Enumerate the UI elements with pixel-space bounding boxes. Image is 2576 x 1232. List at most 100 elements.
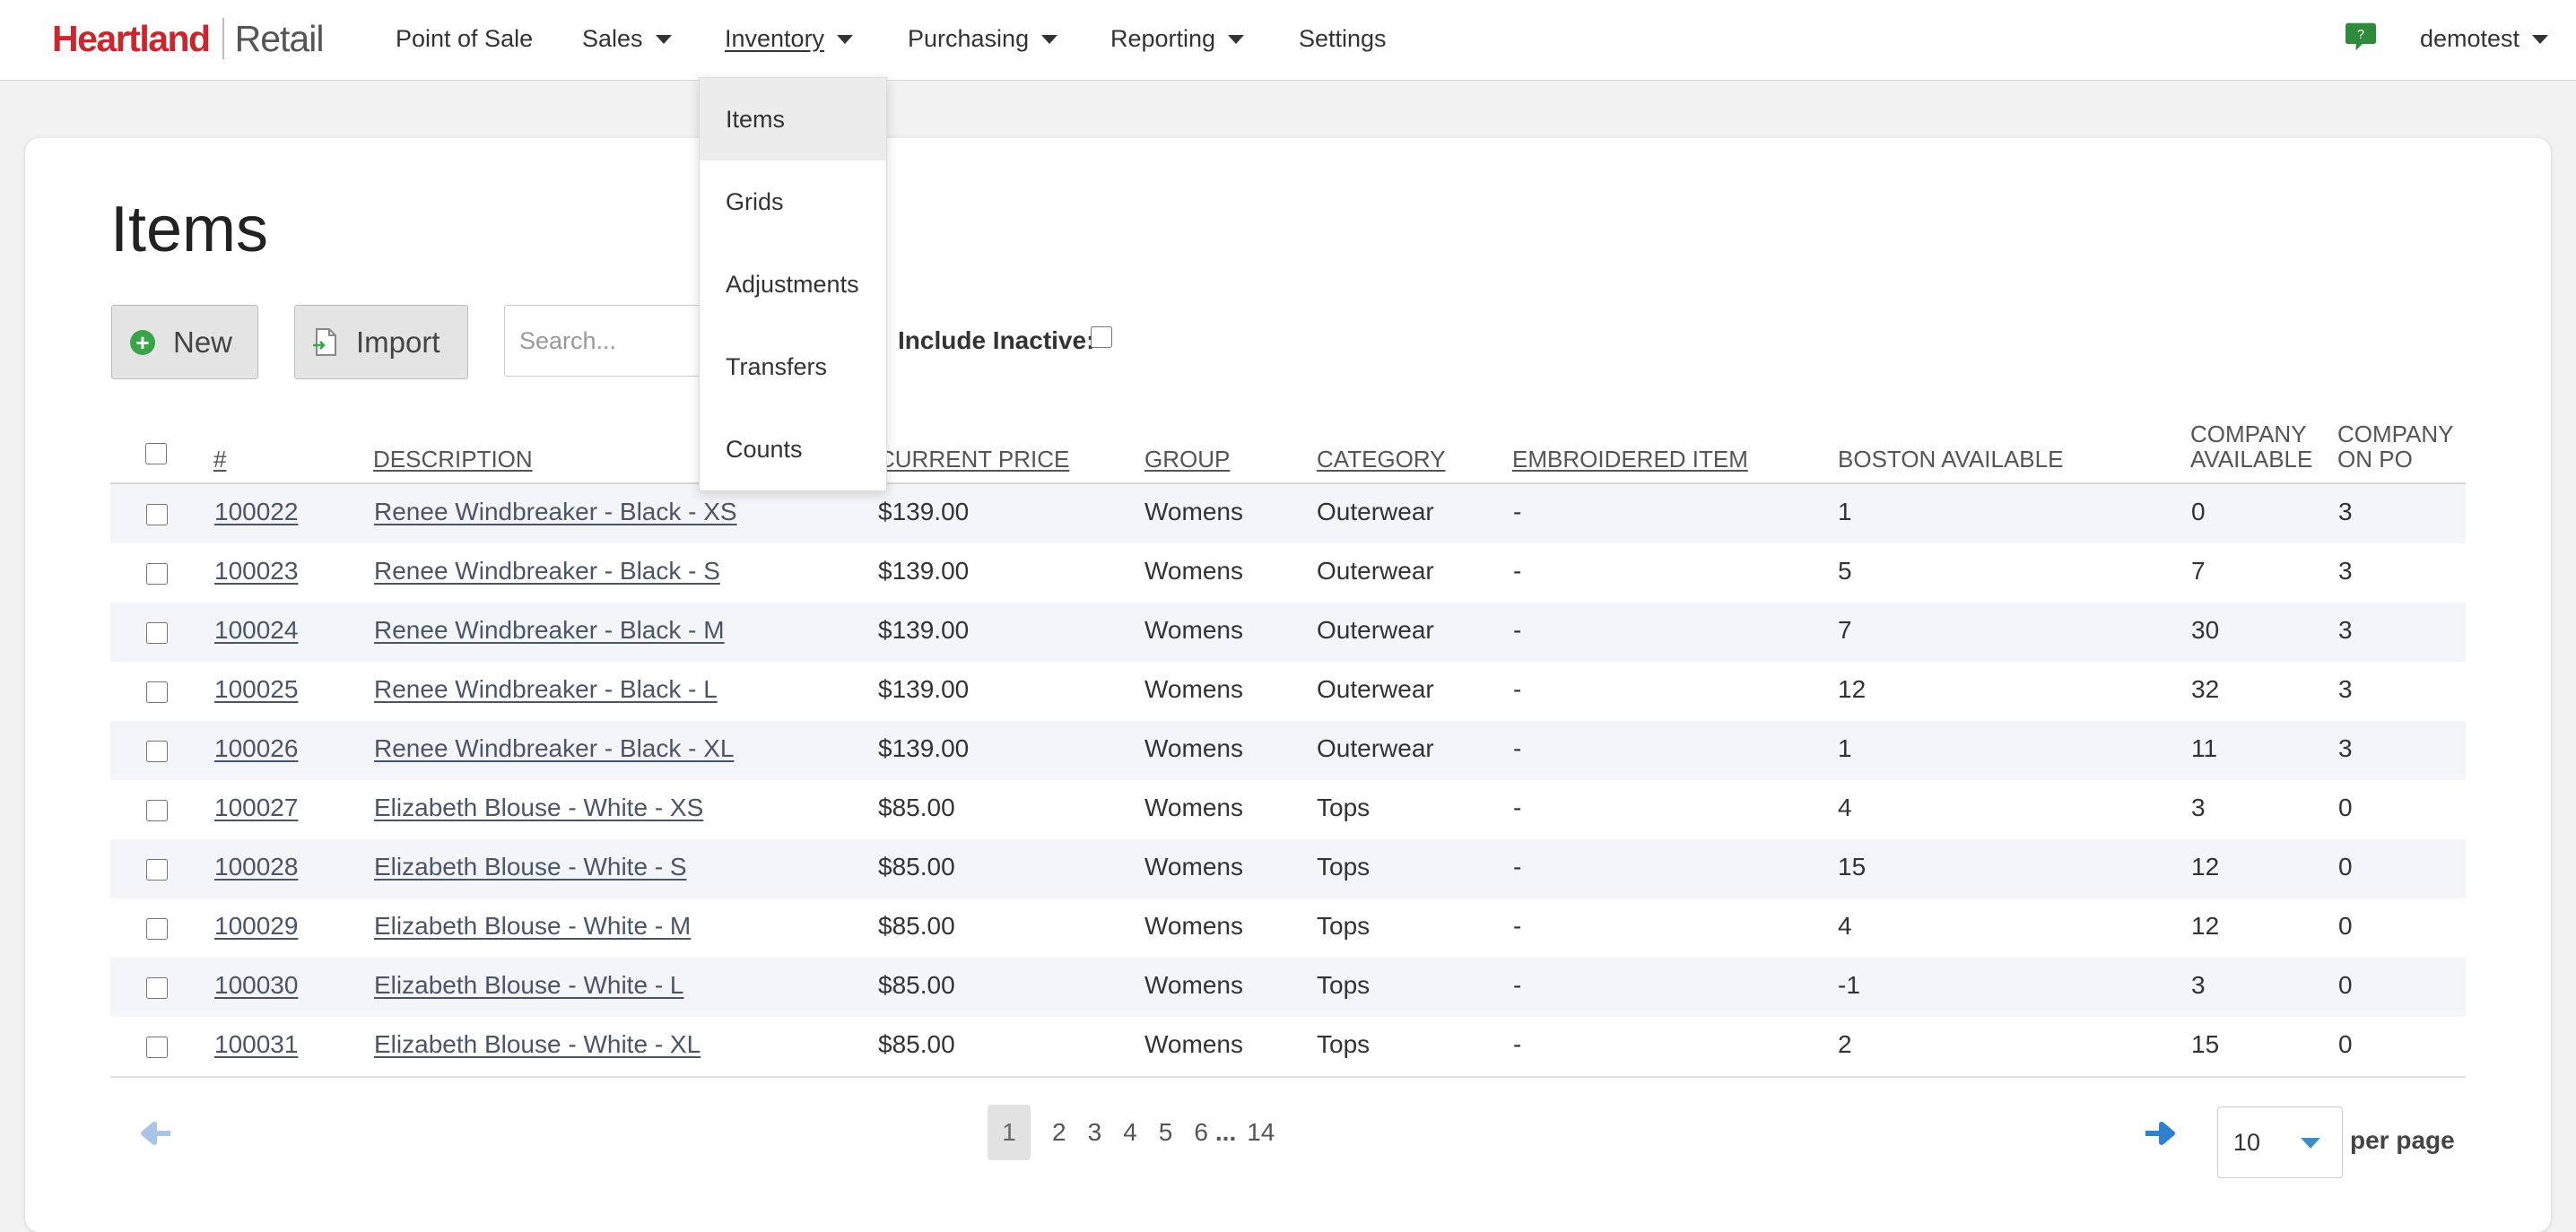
row-select-checkbox[interactable]: [146, 681, 168, 703]
table-row: 100028 Elizabeth Blouse - White - S $85.00…: [110, 839, 2466, 898]
item-category: Outerwear: [1317, 734, 1434, 762]
nav-inventory[interactable]: Inventory: [725, 25, 854, 53]
col-header-category[interactable]: Category: [1317, 447, 1446, 472]
caret-down-icon: [1041, 34, 1058, 44]
page-link[interactable]: 6: [1194, 1118, 1208, 1147]
item-number-link[interactable]: 100023: [214, 543, 298, 603]
item-number-link[interactable]: 100024: [214, 603, 298, 662]
nav-label: Settings: [1299, 25, 1387, 52]
row-select-checkbox[interactable]: [146, 918, 168, 940]
page-link-current[interactable]: 1: [988, 1105, 1031, 1160]
col-header-current-price[interactable]: Current Price: [878, 447, 1069, 472]
row-select-checkbox[interactable]: [146, 1037, 168, 1058]
item-boston-available: 7: [1838, 616, 1852, 644]
menu-item-adjustments[interactable]: Adjustments: [700, 243, 886, 325]
item-company-available: 0: [2191, 498, 2206, 525]
menu-item-transfers[interactable]: Transfers: [700, 325, 886, 408]
item-company-on-po: 3: [2338, 498, 2353, 525]
col-header-embroidered-item[interactable]: Embroidered Item: [1512, 447, 1748, 472]
item-number-link[interactable]: 100026: [214, 721, 298, 780]
item-description-link[interactable]: Renee Windbreaker - Black - XS: [374, 484, 737, 543]
logo-brand-text: Heartland: [52, 17, 211, 59]
page-link[interactable]: 5: [1159, 1118, 1173, 1147]
page-link[interactable]: 3: [1088, 1118, 1102, 1147]
item-description-link[interactable]: Elizabeth Blouse - White - M: [374, 898, 691, 958]
item-description-link[interactable]: Renee Windbreaker - Black - L: [374, 662, 718, 721]
item-category: Tops: [1317, 1030, 1371, 1058]
nav-settings[interactable]: Settings: [1299, 25, 1387, 53]
col-header-description[interactable]: Description: [373, 447, 533, 472]
table-row: 100022 Renee Windbreaker - Black - XS $139…: [110, 484, 2466, 543]
previous-page-arrow-icon[interactable]: [140, 1121, 172, 1146]
import-button[interactable]: Import: [294, 305, 468, 379]
item-embroidered: -: [1513, 498, 1522, 525]
item-price: $139.00: [878, 498, 970, 525]
item-description-link[interactable]: Renee Windbreaker - Black - S: [374, 543, 720, 603]
item-description-link[interactable]: Elizabeth Blouse - White - XL: [374, 1017, 701, 1076]
item-boston-available: 4: [1838, 912, 1852, 940]
menu-item-grids[interactable]: Grids: [700, 161, 886, 243]
next-page-arrow-icon[interactable]: [2144, 1121, 2176, 1146]
table-row: 100026 Renee Windbreaker - Black - XL $139…: [110, 721, 2466, 780]
page-link[interactable]: 2: [1052, 1118, 1066, 1147]
item-description-link[interactable]: Elizabeth Blouse - White - XS: [374, 780, 703, 839]
nav-sales[interactable]: Sales: [582, 25, 672, 53]
new-button-label: New: [173, 325, 233, 359]
heartland-retail-logo[interactable]: Heartland Retail: [52, 16, 325, 61]
menu-item-items[interactable]: Items: [700, 78, 886, 161]
nav-purchasing[interactable]: Purchasing: [908, 25, 1058, 53]
per-page-label: per page: [2350, 1126, 2455, 1154]
item-category: Tops: [1317, 794, 1371, 821]
user-menu[interactable]: demotest: [2420, 25, 2549, 53]
item-number-link[interactable]: 100031: [214, 1017, 298, 1076]
item-price: $85.00: [878, 912, 955, 940]
item-number-link[interactable]: 100030: [214, 958, 298, 1017]
select-all-checkbox[interactable]: [145, 443, 167, 464]
item-category: Outerwear: [1317, 498, 1434, 525]
item-group: Womens: [1144, 794, 1243, 821]
item-group: Womens: [1144, 734, 1243, 762]
row-select-checkbox[interactable]: [146, 563, 168, 585]
include-inactive-checkbox[interactable]: [1091, 326, 1112, 348]
per-page-select[interactable]: 10: [2217, 1106, 2343, 1178]
item-company-available: 32: [2191, 675, 2220, 703]
row-select-checkbox[interactable]: [146, 977, 168, 999]
col-header-number[interactable]: #: [213, 447, 226, 472]
new-item-button[interactable]: + New: [111, 305, 258, 379]
table-row: 100025 Renee Windbreaker - Black - L $139.…: [110, 662, 2466, 721]
row-select-checkbox[interactable]: [146, 622, 168, 644]
page-title: Items: [110, 194, 269, 265]
page-link-last[interactable]: 14: [1247, 1118, 1275, 1147]
item-company-available: 3: [2191, 794, 2206, 821]
item-group: Womens: [1144, 912, 1243, 940]
item-number-link[interactable]: 100029: [214, 898, 298, 958]
item-company-available: 11: [2191, 734, 2218, 762]
nav-label: Reporting: [1110, 25, 1216, 52]
item-group: Womens: [1144, 616, 1243, 644]
logo-product-text: Retail: [234, 17, 325, 59]
nav-point-of-sale[interactable]: Point of Sale: [396, 25, 533, 53]
row-select-checkbox[interactable]: [146, 504, 168, 525]
row-select-checkbox[interactable]: [146, 800, 168, 821]
item-boston-available: 1: [1838, 734, 1852, 762]
item-number-link[interactable]: 100025: [214, 662, 298, 721]
item-company-on-po: 3: [2338, 675, 2353, 703]
table-row: 100024 Renee Windbreaker - Black - M $139.…: [110, 603, 2466, 662]
item-description-link[interactable]: Renee Windbreaker - Black - M: [374, 603, 725, 662]
item-number-link[interactable]: 100022: [214, 484, 298, 543]
nav-reporting[interactable]: Reporting: [1110, 25, 1245, 53]
item-embroidered: -: [1513, 794, 1522, 821]
page-link[interactable]: 4: [1123, 1118, 1137, 1147]
chat-help-icon[interactable]: ?: [2343, 22, 2379, 52]
item-number-link[interactable]: 100027: [214, 780, 298, 839]
caret-down-icon: [2532, 34, 2549, 44]
item-description-link[interactable]: Elizabeth Blouse - White - L: [374, 958, 684, 1017]
col-header-group[interactable]: Group: [1144, 447, 1230, 472]
item-description-link[interactable]: Renee Windbreaker - Black - XL: [374, 721, 735, 780]
menu-item-counts[interactable]: Counts: [700, 408, 886, 490]
item-description-link[interactable]: Elizabeth Blouse - White - S: [374, 839, 687, 898]
item-number-link[interactable]: 100028: [214, 839, 298, 898]
nav-label: Purchasing: [908, 25, 1030, 52]
row-select-checkbox[interactable]: [146, 741, 168, 762]
row-select-checkbox[interactable]: [146, 859, 168, 881]
